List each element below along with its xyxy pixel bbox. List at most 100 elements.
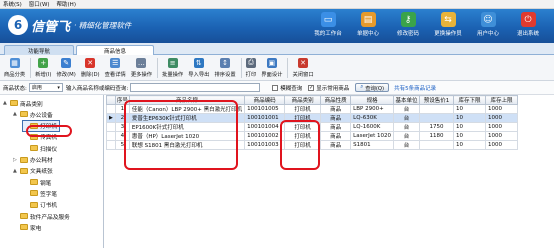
table-row[interactable]: 4 惠普（HP）LaserJet 1020 100101002 打印机 商品 LaserJ… [106,131,519,141]
table-cell: 台 [393,104,421,114]
topnav-item-4[interactable]: ☺ 用户中心 [468,12,508,37]
toolbar-button-label: 界面设计 [261,71,283,78]
power-icon: ⏻ [520,12,536,27]
tree-node[interactable]: 软件产品及服务 [13,211,70,221]
tree-node[interactable]: ▲ 商品类别 [3,98,43,108]
table-cell: 打印机 [284,113,322,123]
tab-goods-info[interactable]: 商品信息 [76,45,154,55]
tree-node[interactable]: ▲ 办公设备 [13,109,53,119]
tree-node-label: 办公耗材 [30,158,53,164]
tree-node[interactable]: 传真机 [23,132,57,142]
tree-node-label: 钢笔 [40,180,52,187]
table-cell: 1180 [419,131,455,141]
topnav-item-5[interactable]: ⏻ 退出系统 [508,12,548,37]
toolbar-button-11[interactable]: ✕ 关闭窗口 [290,57,315,78]
show-common-checkbox[interactable]: ✓ [308,84,315,91]
keyword-input[interactable] [130,83,261,92]
toolbar-button-2[interactable]: ✎ 修改(M) [55,57,78,78]
tree-toggle-icon[interactable]: ▲ [3,100,9,106]
topnav-item-1[interactable]: ▤ 单据中心 [348,12,388,37]
tree-node[interactable]: ▲ 文具纸张 [13,166,53,176]
tab-function-navigation[interactable]: 功能导航 [4,45,74,55]
toolbar-button-8[interactable]: ↕ 排序设置 [212,57,237,78]
tree-node-label: 软件产品及服务 [30,214,70,221]
toolbar-button-7[interactable]: ⇅ 导入导出 [186,57,211,78]
batch-icon: ≡ [167,57,178,68]
tab-bar: 功能导航 商品信息 [0,43,554,55]
sort-icon: ↕ [220,57,231,68]
toolbar-button-label: 删除(D) [80,71,100,78]
column-header[interactable]: 商品名称 [128,95,246,105]
tree-node[interactable]: 扫描仪 [23,143,57,153]
fuzzy-query-checkbox[interactable] [272,84,279,91]
table-row[interactable]: ▶ 2 爱普生EP630K针式打印机 100101001 打印机 商品 LQ-630K 台 10… [106,113,519,123]
toolbar-button-6[interactable]: ≡ 批量操作 [160,57,185,78]
show-common-label: 显示常用商品 [316,85,350,92]
toolbar-button-5[interactable]: … 更多操作 [129,57,154,78]
app-tagline: · 精细化管理软件 [74,20,132,30]
tree-node-label: 签字笔 [40,191,58,198]
toolbar-button-4[interactable]: ☰ 查看详情 [103,57,128,78]
column-header[interactable]: 库存下限 [453,95,487,105]
column-header[interactable]: 预设售价1 [419,95,455,105]
tree-node-label: 文具纸张 [30,169,53,176]
more-icon: … [136,57,147,68]
toolbar-button-1[interactable]: + 新增(I) [33,57,53,78]
menu-system[interactable]: 系统(S) [3,0,22,8]
toolbar-button-10[interactable]: ▣ 界面设计 [259,57,284,78]
table-row[interactable]: 3 EP1600K针式打印机 100101004 打印机 商品 LQ-1600K 台 1750… [106,122,519,132]
folder-icon [10,100,18,106]
query-button[interactable]: ⌕ 查询(Q) [355,83,390,92]
tree-node[interactable]: 钢笔 [23,177,51,187]
table-cell: 10 [453,104,487,114]
table-cell: 台 [393,113,421,123]
table-cell: 100101005 [244,104,286,114]
folder-icon [20,167,28,174]
toolbar-button-3[interactable]: ✕ 删除(D) [79,57,102,78]
tree-node[interactable]: 打印机 [21,119,61,132]
row-indicator-header [106,95,116,105]
chevron-down-icon: ▾ [57,84,60,91]
folder-icon [20,156,28,163]
row-indicator [106,131,116,141]
app-logo: 6 信管飞 · 精细化管理软件 [8,15,131,35]
table-cell: LQ-630K [350,113,395,123]
topnav-item-0[interactable]: ▭ 我的工作台 [308,12,348,37]
folder-icon [20,111,28,118]
status-select[interactable]: 启用 ▾ [28,83,63,92]
column-header[interactable]: 商品编码 [244,95,286,105]
table-cell: 台 [393,140,421,150]
query-button-label: 查询(Q) [365,85,385,92]
table-cell: 打印机 [284,131,322,141]
topnav-label: 更换操作员 [434,31,462,37]
column-header[interactable]: 序号 [114,95,130,105]
menu-help[interactable]: 帮助(H) [57,0,76,8]
tree-toggle-icon[interactable]: ▲ [13,111,19,117]
table-row[interactable]: 1 佳能（Canon）LBP 2900+ 黑白激光打印机 100101005 打印机商… [106,104,519,114]
column-header[interactable]: 规格 [350,95,395,105]
goods-grid: 序号 商品名称 商品编码 商品类别 商品性质 规格 基本单位 预设售价1 库存下限 库存上限 1佳… [106,95,554,248]
toolbar-button-label: 修改(M) [56,71,76,78]
toolbar-separator [287,57,289,78]
desktop-icon: ▭ [320,12,336,27]
column-header[interactable]: 商品类别 [284,95,322,105]
tree-node[interactable]: 家电 [13,222,41,232]
tree-node[interactable]: 订书机 [23,200,57,210]
table-cell: LQ-1600K [350,122,395,132]
topnav-item-2[interactable]: ⚷ 修改密码 [388,12,428,37]
table-row[interactable]: 5 联想 S1801 黑白激光打印机 100101003 打印机 商品 S1801 台 10 1… [106,140,519,150]
topnav-item-3[interactable]: ⇆ 更换操作员 [428,12,468,37]
column-header[interactable]: 库存上限 [485,95,519,105]
table-cell: 台 [393,131,421,141]
column-header[interactable]: 商品性质 [320,95,352,105]
table-cell: 10 [453,113,487,123]
tree-node[interactable]: ▷ 办公耗材 [13,155,53,165]
toolbar-button-0[interactable]: ▦ 商品分类 [2,57,27,78]
table-cell: 商品 [320,122,352,132]
toolbar-button-9[interactable]: ⎙ 打印 [244,57,259,78]
tree-toggle-icon[interactable]: ▷ [13,157,19,163]
column-header[interactable]: 基本单位 [393,95,421,105]
menu-window[interactable]: 窗口(W) [29,0,50,8]
tree-node[interactable]: 签字笔 [23,188,57,198]
tree-toggle-icon[interactable]: ▲ [13,168,19,174]
